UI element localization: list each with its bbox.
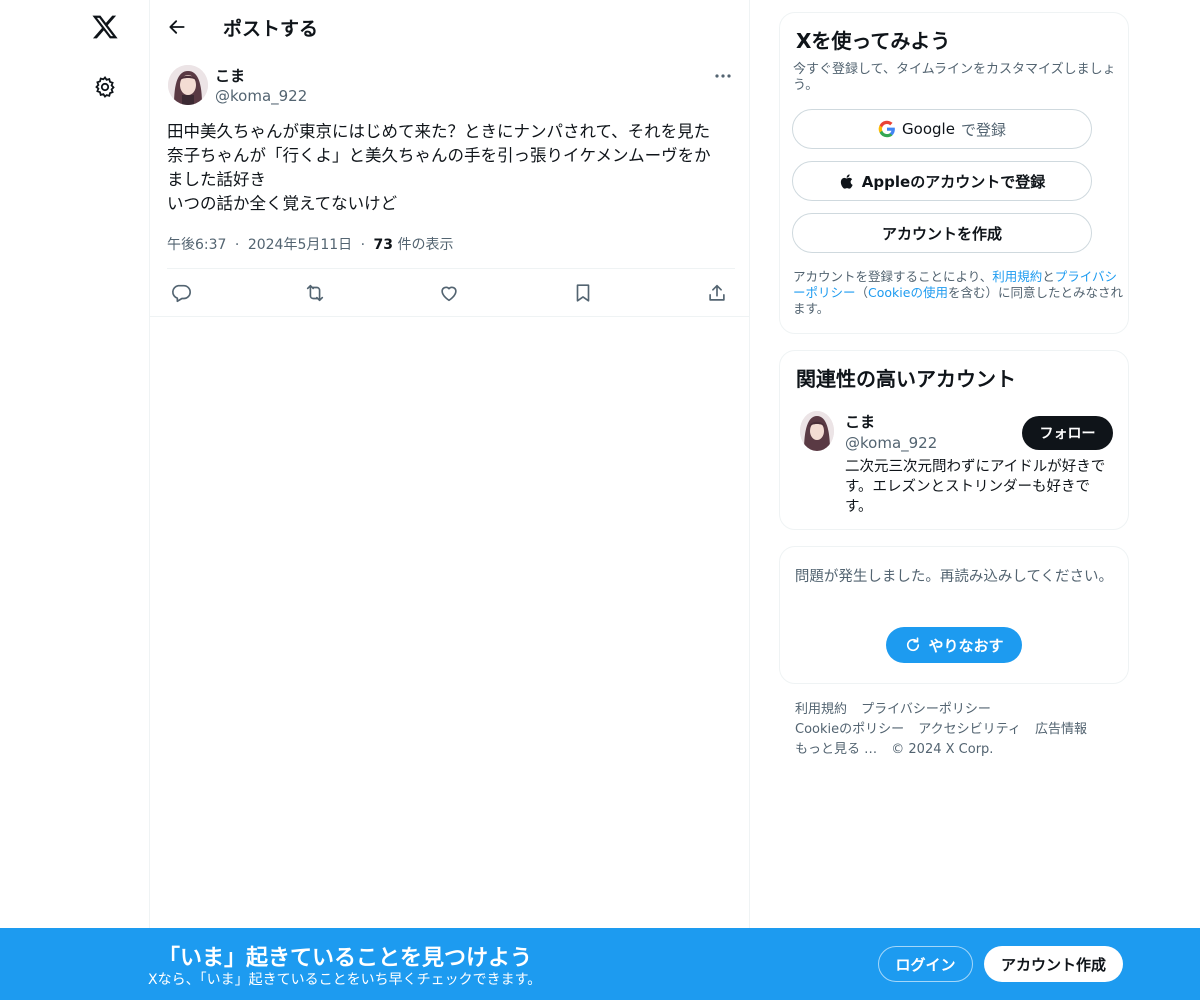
follow-button[interactable]: フォロー <box>1022 416 1113 450</box>
author-handle[interactable]: @koma_922 <box>215 87 307 105</box>
bookmark-icon[interactable] <box>571 281 595 305</box>
tweet-text: 田中美久ちゃんが東京にはじめて来た？ときにナンパされて、それを見た 奈子ちゃんが… <box>167 122 711 213</box>
x-logo-icon[interactable] <box>88 10 122 44</box>
heart-icon[interactable] <box>437 281 461 305</box>
google-icon <box>878 120 896 138</box>
footer-links: 利用規約 プライバシーポリシー Cookieのポリシー アクセシビリティ 広告情… <box>795 700 1125 760</box>
views-label: 件の表示 <box>397 237 454 253</box>
recommend-bio: 二次元三次元問わずにアイドルが好きです。エレズンとストリンダーも好きです。 <box>845 459 1106 515</box>
signup-card: Xを使ってみよう 今すぐ登録して、タイムラインをカスタマイズしましょう。 Goo… <box>779 12 1129 334</box>
retweet-icon[interactable] <box>303 281 327 305</box>
banner-title: 「いま」起きていることを見つけよう <box>158 946 533 971</box>
banner-subtitle: Xなら、「いま」起きていることをいち早くチェックできます。 <box>148 972 542 988</box>
tweet-date[interactable]: 2024年5月11日 <box>248 237 352 253</box>
post-header: ポストする <box>150 0 750 54</box>
tweet: こま @koma_922 田中美久ちゃんが東京にはじめて来た？ときにナンパされて… <box>150 54 750 317</box>
gear-icon[interactable] <box>91 73 119 101</box>
avatar[interactable] <box>800 411 834 451</box>
error-card: 問題が発生しました。再読み込みしてください。 やりなおす <box>779 546 1129 684</box>
more-horizontal-icon[interactable] <box>712 66 734 86</box>
terms-paren: （ <box>855 285 869 300</box>
footer-link[interactable]: Cookieのポリシー <box>795 722 904 737</box>
google-brand: Google <box>902 120 955 138</box>
error-message: 問題が発生しました。再読み込みしてください。 <box>794 569 1114 585</box>
apple-signup-button[interactable]: Appleのアカウントで登録 <box>792 161 1092 201</box>
google-suffix: で登録 <box>960 120 1006 139</box>
footer-link[interactable]: アクセシビリティ <box>918 722 1021 737</box>
left-nav <box>0 0 150 1000</box>
google-signup-button[interactable]: Google で登録 <box>792 109 1092 149</box>
signup-banner: 「いま」起きていることを見つけよう Xなら、「いま」起きていることをいち早くチェ… <box>0 928 1200 1000</box>
reply-icon[interactable] <box>169 281 193 305</box>
share-icon[interactable] <box>705 281 729 305</box>
signup-card-title: Xを使ってみよう <box>796 29 951 53</box>
login-button[interactable]: ログイン <box>878 946 973 982</box>
signup-card-subtitle: 今すぐ登録して、タイムラインをカスタマイズしましょう。 <box>793 62 1116 93</box>
arrow-left-icon[interactable] <box>164 14 190 40</box>
views-count: 73 <box>373 237 394 253</box>
retry-button[interactable]: やりなおす <box>886 627 1022 663</box>
author-name[interactable]: こま <box>215 65 245 86</box>
cookie-link[interactable]: Cookieの使用 <box>868 285 948 300</box>
divider <box>167 268 735 269</box>
main-column: ポストする こま @koma_922 田中美久ちゃんが東京にはじめて来た？ときに… <box>149 0 750 1000</box>
terms-link[interactable]: 利用規約 <box>992 269 1042 284</box>
footer-link[interactable]: プライバシーポリシー <box>861 702 991 717</box>
create-account-button[interactable]: アカウントを作成 <box>792 213 1092 253</box>
separator: · <box>234 237 240 253</box>
page-title: ポストする <box>223 18 319 40</box>
tweet-meta: 午後6:37 · 2024年5月11日 · 73 件の表示 <box>167 234 453 254</box>
tweet-time[interactable]: 午後6:37 <box>167 237 226 253</box>
terms-prefix: アカウントを登録することにより、 <box>793 269 993 284</box>
apple-signup-label: Appleのアカウントで登録 <box>861 172 1046 191</box>
refresh-icon <box>904 636 922 654</box>
footer-link[interactable]: 利用規約 <box>795 702 847 717</box>
tweet-actions <box>167 278 735 308</box>
recommend-handle[interactable]: @koma_922 <box>845 434 937 452</box>
terms-and: と <box>1042 269 1055 284</box>
footer-link[interactable]: 広告情報 <box>1035 722 1087 737</box>
retry-label: やりなおす <box>928 636 1004 655</box>
footer-more-link[interactable]: もっと見る … <box>795 742 877 757</box>
copyright: © 2024 X Corp. <box>891 742 994 757</box>
avatar[interactable] <box>168 65 208 105</box>
apple-icon <box>839 172 856 191</box>
separator: · <box>360 237 366 253</box>
recommend-card: 関連性の高いアカウント こま @koma_922 フォロー 二次元三次元問わずに… <box>779 350 1129 530</box>
recommend-card-title: 関連性の高いアカウント <box>796 367 1016 391</box>
terms-text: アカウントを登録することにより、利用規約とプライバシーポリシー（Cookieの使… <box>793 269 1123 317</box>
signup-button[interactable]: アカウント作成 <box>984 946 1123 982</box>
recommend-name[interactable]: こま <box>845 411 875 432</box>
